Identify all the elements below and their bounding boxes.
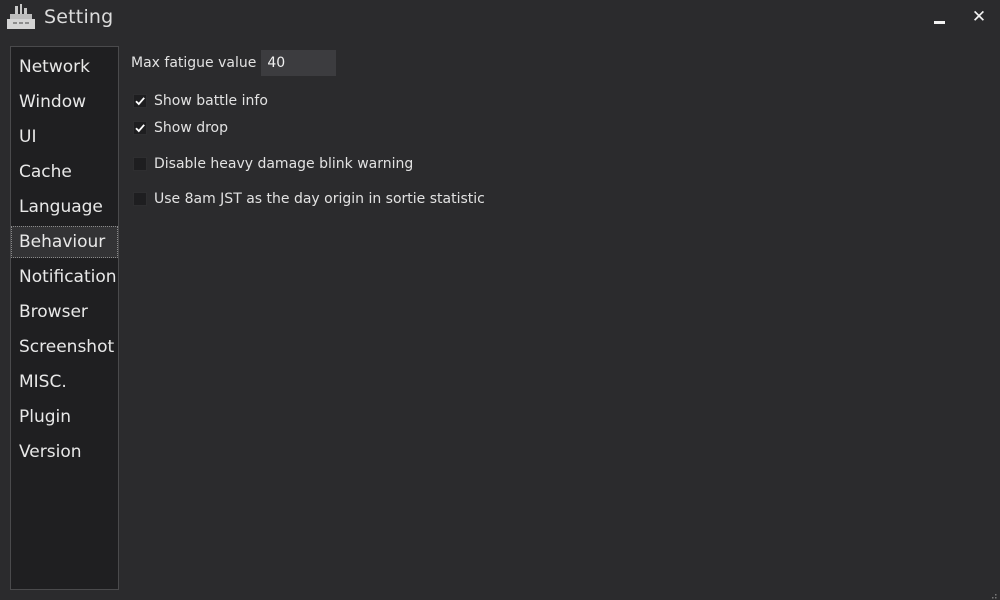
sidebar-item-behaviour[interactable]: Behaviour [11,226,118,258]
max-fatigue-row: Max fatigue value [131,50,337,76]
checkmark-icon [135,97,145,106]
ship-icon [6,4,36,30]
day-origin-option[interactable]: Use 8am JST as the day origin in sortie … [133,189,485,209]
sidebar-item-network[interactable]: Network [11,51,118,83]
disable-blink-warning-label: Disable heavy damage blink warning [154,156,414,172]
disable-blink-warning-checkbox[interactable] [133,157,147,171]
title-bar[interactable]: Setting ✕ [0,0,1000,38]
window-title: Setting [44,6,114,28]
checkmark-icon [135,124,145,133]
disable-blink-warning-option[interactable]: Disable heavy damage blink warning [133,154,413,174]
show-drop-label: Show drop [154,120,229,136]
sidebar-item-notification[interactable]: Notification [11,261,118,293]
day-origin-label: Use 8am JST as the day origin in sortie … [154,191,485,207]
close-icon: ✕ [971,7,987,27]
show-drop-checkbox[interactable] [133,121,147,135]
behaviour-panel: Max fatigue value Show battle info Show … [131,48,981,578]
minimize-button[interactable] [926,6,952,28]
sidebar-item-language[interactable]: Language [11,191,118,223]
sidebar-item-browser[interactable]: Browser [11,296,118,328]
close-button[interactable]: ✕ [966,6,992,28]
sidebar-item-version[interactable]: Version [11,436,118,468]
show-battle-info-label: Show battle info [154,93,268,109]
max-fatigue-label: Max fatigue value [131,55,257,71]
sidebar-item-plugin[interactable]: Plugin [11,401,118,433]
sidebar-item-window[interactable]: Window [11,86,118,118]
day-origin-checkbox[interactable] [133,192,147,206]
settings-window: Setting ✕ Network Window UI Cache Langua… [0,0,1000,600]
show-battle-info-option[interactable]: Show battle info [133,91,268,111]
settings-sidebar: Network Window UI Cache Language Behavio… [10,46,119,590]
max-fatigue-input[interactable] [261,50,337,76]
sidebar-item-ui[interactable]: UI [11,121,118,153]
sidebar-item-screenshot[interactable]: Screenshot [11,331,118,363]
minimize-icon [933,20,945,24]
resize-grip-icon[interactable] [987,587,997,599]
show-drop-option[interactable]: Show drop [133,118,228,138]
sidebar-item-misc[interactable]: MISC. [11,366,118,398]
show-battle-info-checkbox[interactable] [133,94,147,108]
sidebar-item-cache[interactable]: Cache [11,156,118,188]
